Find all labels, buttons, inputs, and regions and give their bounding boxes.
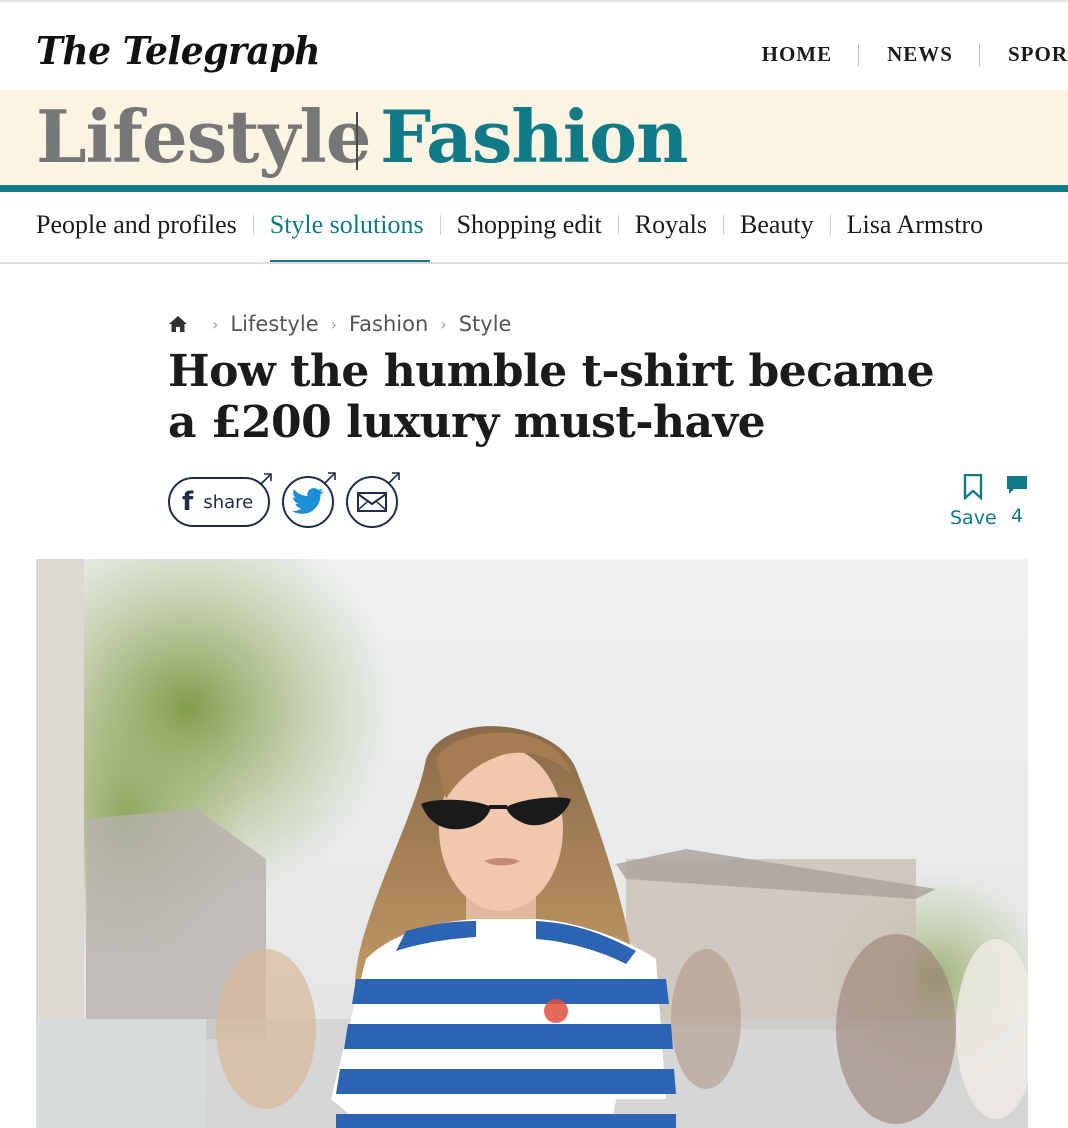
twitter-share-button[interactable] <box>282 472 336 528</box>
comment-icon <box>1007 476 1027 494</box>
facebook-icon: f <box>182 487 194 517</box>
external-arrow-icon <box>260 473 272 485</box>
top-nav-news[interactable]: NEWS <box>859 42 979 67</box>
chevron-right-icon: › <box>440 314 447 334</box>
twitter-icon <box>291 488 324 514</box>
subnav-item-beauty[interactable]: Beauty <box>740 210 814 252</box>
subnav-item-style-solutions[interactable]: Style solutions <box>269 210 430 262</box>
subnav-item-lisa-armstrong[interactable]: Lisa Armstro <box>847 210 984 252</box>
comments-button[interactable]: 4 <box>1004 474 1030 527</box>
section-divider <box>356 112 358 170</box>
masthead: The Telegraph HOME NEWS SPOR <box>0 2 1068 90</box>
subnav-separator <box>829 215 831 235</box>
breadcrumb-style[interactable]: Style <box>459 312 512 336</box>
telegraph-logo[interactable]: The Telegraph <box>36 28 320 73</box>
save-label: Save <box>950 507 997 529</box>
chevron-right-icon: › <box>330 314 338 334</box>
breadcrumb-lifestyle[interactable]: Lifestyle <box>230 312 318 336</box>
section-banner: Lifestyle Fashion <box>0 90 1068 185</box>
subnav-separator <box>617 215 619 235</box>
subnav-separator <box>439 215 441 235</box>
share-bar: f share <box>168 472 400 528</box>
external-arrow-icon <box>324 472 336 484</box>
breadcrumb-fashion[interactable]: Fashion <box>349 312 428 336</box>
chevron-right-icon: › <box>212 314 219 334</box>
email-icon <box>357 492 387 512</box>
top-nav: HOME NEWS SPOR <box>734 42 1068 67</box>
top-nav-home[interactable]: HOME <box>734 42 859 67</box>
subnav-item-people-and-profiles[interactable]: People and profiles <box>36 210 237 252</box>
top-nav-sport[interactable]: SPOR <box>980 42 1068 67</box>
subnav-separator <box>723 215 724 235</box>
subnav-item-royals[interactable]: Royals <box>635 210 707 252</box>
email-share-button[interactable] <box>346 472 400 528</box>
comment-count: 4 <box>1010 505 1024 527</box>
hero-image: ~ <box>36 559 1028 1128</box>
section-rule <box>0 185 1068 192</box>
section-subnav: People and profiles Style solutions Shop… <box>0 192 1068 264</box>
subnav-separator <box>252 215 254 235</box>
home-icon[interactable] <box>168 314 188 334</box>
subnav-item-shopping-edit[interactable]: Shopping edit <box>457 210 602 252</box>
external-arrow-icon <box>388 472 400 484</box>
facebook-share-label: share <box>203 491 254 513</box>
breadcrumb: › Lifestyle › Fashion › Style <box>168 312 511 336</box>
bookmark-icon <box>963 473 983 501</box>
svg-text:~: ~ <box>532 1033 544 1049</box>
save-button[interactable]: Save <box>950 473 997 529</box>
section-parent-link[interactable]: Lifestyle <box>36 94 372 179</box>
section-title[interactable]: Fashion <box>380 94 688 179</box>
facebook-share-button[interactable]: f share <box>168 473 272 527</box>
article-headline: How the humble t-shirt became a £200 lux… <box>168 346 935 448</box>
